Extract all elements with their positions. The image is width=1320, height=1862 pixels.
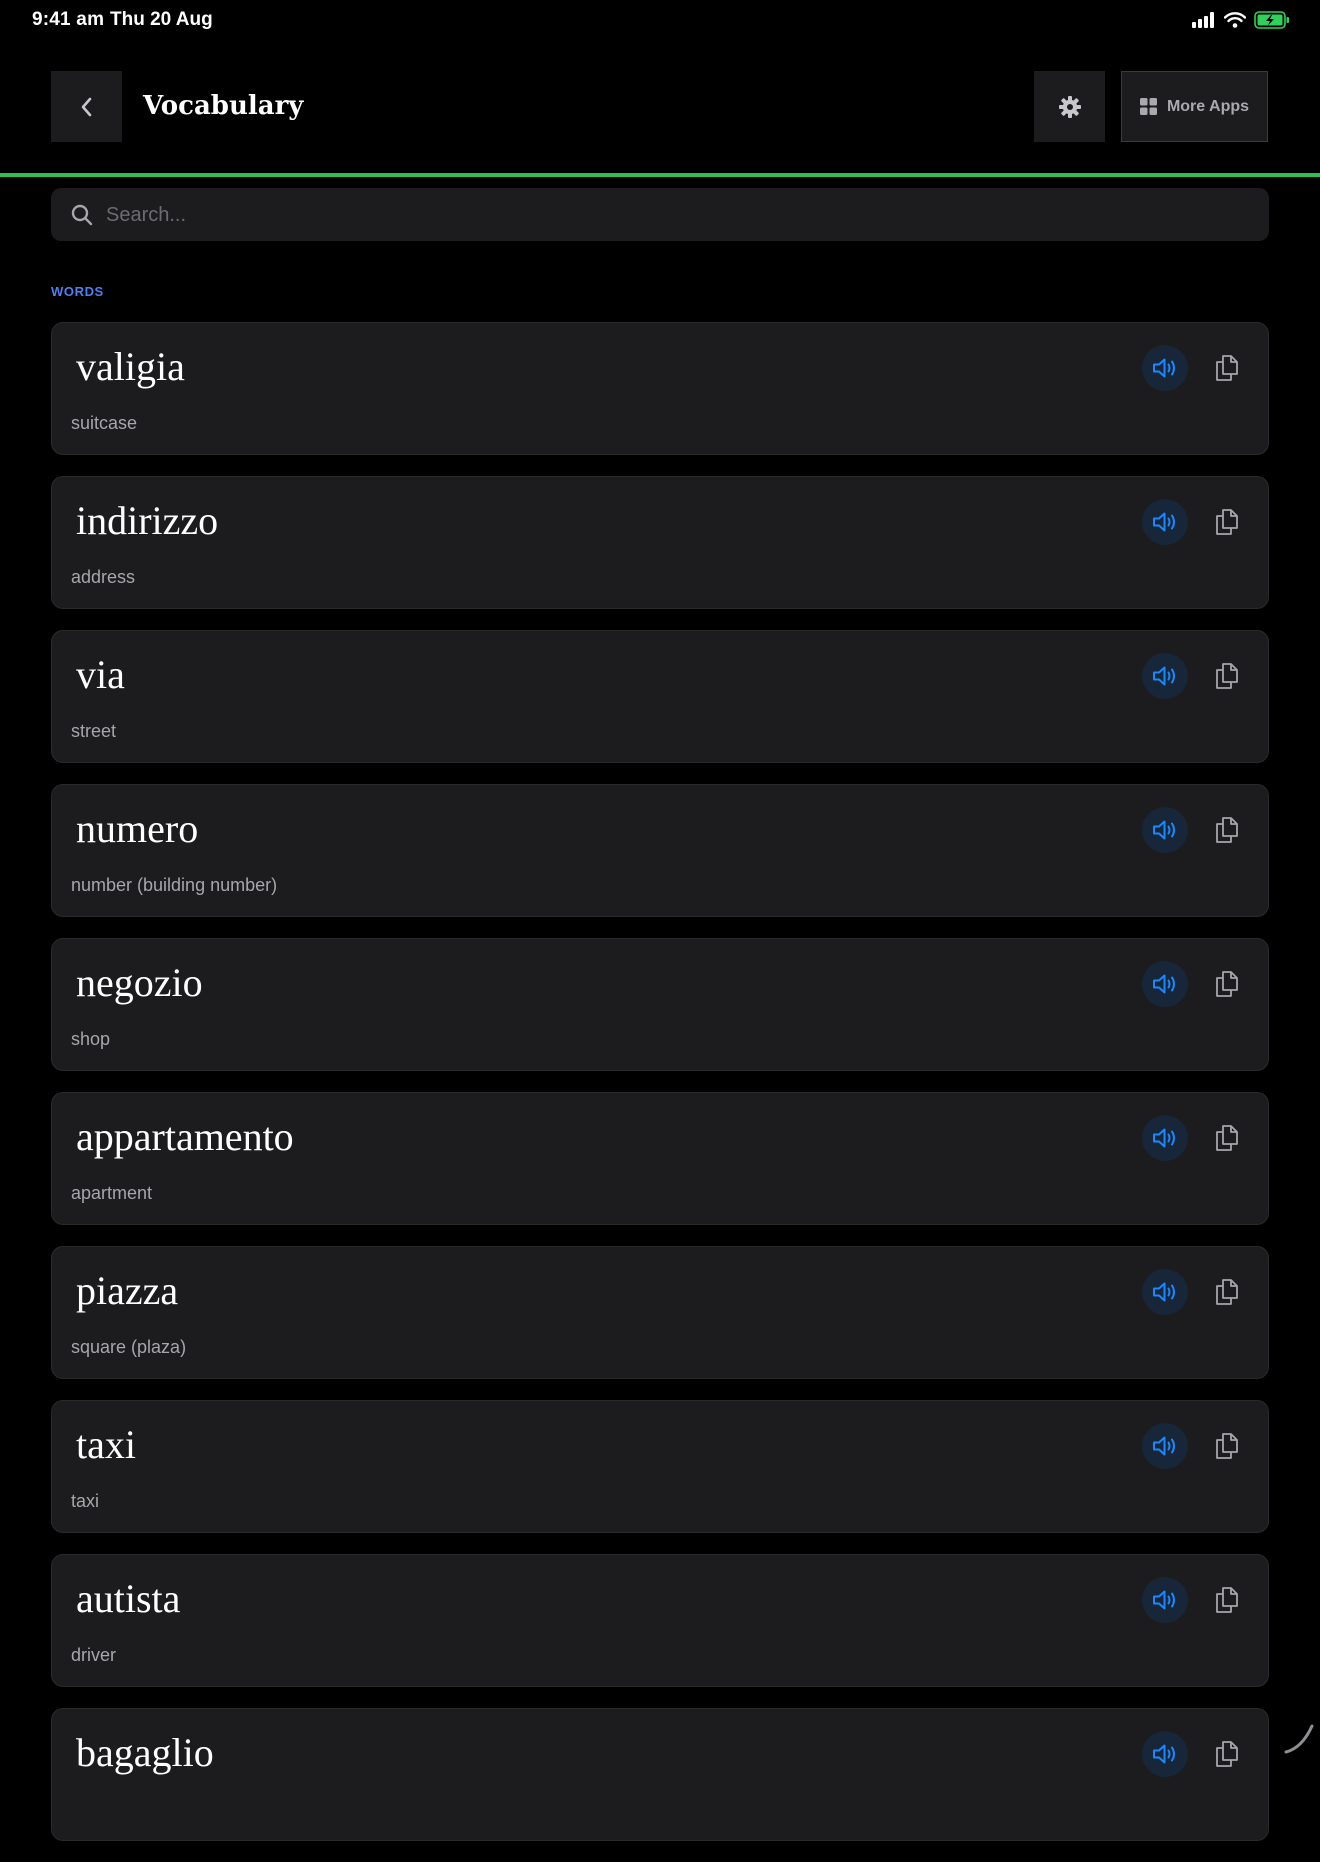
search-box[interactable]: [51, 188, 1269, 243]
search-input[interactable]: [104, 188, 1248, 243]
copy-icon: [1216, 1741, 1238, 1767]
copy-button[interactable]: [1207, 1117, 1247, 1159]
speaker-icon: [1153, 974, 1175, 994]
copy-icon: [1216, 1433, 1238, 1459]
header-accent-divider: [0, 173, 1320, 177]
speaker-icon: [1153, 1590, 1175, 1610]
gear-icon: [1058, 95, 1081, 118]
chevron-left-icon: [81, 97, 91, 116]
grid-icon: [1139, 98, 1157, 115]
copy-icon: [1216, 1587, 1238, 1613]
word-translation: apartment: [71, 1183, 153, 1203]
speak-button[interactable]: [1142, 807, 1188, 853]
copy-icon: [1216, 971, 1238, 997]
more-apps-button[interactable]: More Apps: [1121, 71, 1268, 142]
word-translation: address: [71, 567, 136, 587]
word-term: bagaglio: [76, 1730, 214, 1775]
copy-icon: [1216, 355, 1238, 381]
copy-icon: [1216, 509, 1238, 535]
wifi-icon: [1224, 12, 1246, 28]
word-term: indirizzo: [76, 498, 219, 543]
speaker-icon: [1153, 358, 1175, 378]
copy-button[interactable]: [1207, 501, 1247, 543]
speaker-icon: [1153, 1436, 1175, 1456]
word-translation: number (building number): [71, 875, 278, 895]
word-translation: suitcase: [71, 413, 138, 433]
copy-icon: [1216, 1279, 1238, 1305]
word-translation: shop: [71, 1029, 111, 1049]
copy-button[interactable]: [1207, 1425, 1247, 1467]
word-term: appartamento: [76, 1114, 294, 1159]
speak-button[interactable]: [1142, 653, 1188, 699]
status-date: Thu 20 Aug: [110, 9, 213, 30]
word-card[interactable]: indirizzo address: [51, 476, 1269, 609]
speak-button[interactable]: [1142, 499, 1188, 545]
status-icons: [1192, 11, 1290, 29]
speak-button[interactable]: [1142, 961, 1188, 1007]
word-term: valigia: [76, 344, 185, 389]
word-card[interactable]: piazza square (plaza): [51, 1246, 1269, 1379]
status-time: 9:41 am: [32, 9, 105, 30]
speaker-icon: [1153, 512, 1175, 532]
word-card[interactable]: via street: [51, 630, 1269, 763]
copy-button[interactable]: [1207, 963, 1247, 1005]
speaker-icon: [1153, 820, 1175, 840]
copy-icon: [1216, 663, 1238, 689]
more-apps-label: More Apps: [1166, 97, 1250, 115]
speaker-icon: [1153, 666, 1175, 686]
section-label-words: WORDS: [51, 284, 104, 299]
word-card[interactable]: bagaglio: [51, 1708, 1269, 1841]
word-term: negozio: [76, 960, 203, 1005]
speak-button[interactable]: [1142, 1115, 1188, 1161]
speaker-icon: [1153, 1744, 1175, 1764]
search-icon: [71, 204, 93, 226]
status-bar: 9:41 am Thu 20 Aug: [0, 0, 1320, 42]
word-list: valigia suitcase indirizzo address via street…: [51, 322, 1269, 1862]
speaker-icon: [1153, 1282, 1175, 1302]
word-card[interactable]: taxi taxi: [51, 1400, 1269, 1533]
word-term: piazza: [76, 1268, 179, 1313]
copy-button[interactable]: [1207, 655, 1247, 697]
settings-button[interactable]: [1034, 71, 1105, 142]
copy-button[interactable]: [1207, 1579, 1247, 1621]
signal-icon: [1192, 12, 1214, 28]
header: Vocabulary More Apps: [0, 42, 1320, 174]
battery-icon: [1254, 11, 1289, 29]
copy-icon: [1216, 817, 1238, 843]
copy-button[interactable]: [1207, 1271, 1247, 1313]
back-button[interactable]: [51, 71, 122, 142]
word-card[interactable]: numero number (building number): [51, 784, 1269, 917]
word-translation: street: [71, 721, 117, 741]
speak-button[interactable]: [1142, 345, 1188, 391]
speak-button[interactable]: [1142, 1423, 1188, 1469]
speak-button[interactable]: [1142, 1269, 1188, 1315]
word-term: numero: [76, 806, 199, 851]
copy-button[interactable]: [1207, 1733, 1247, 1775]
scroll-indicator-icon: [1284, 1724, 1314, 1754]
word-card[interactable]: negozio shop: [51, 938, 1269, 1071]
speak-button[interactable]: [1142, 1577, 1188, 1623]
word-card[interactable]: autista driver: [51, 1554, 1269, 1687]
copy-icon: [1216, 1125, 1238, 1151]
copy-button[interactable]: [1207, 809, 1247, 851]
word-term: taxi: [76, 1422, 136, 1467]
word-term: via: [76, 652, 125, 697]
word-card[interactable]: appartamento apartment: [51, 1092, 1269, 1225]
word-translation: taxi: [71, 1491, 100, 1511]
word-term: autista: [76, 1576, 181, 1621]
speak-button[interactable]: [1142, 1731, 1188, 1777]
word-card[interactable]: valigia suitcase: [51, 322, 1269, 455]
speaker-icon: [1153, 1128, 1175, 1148]
word-translation: driver: [71, 1645, 117, 1665]
page-title: Vocabulary: [143, 91, 304, 121]
copy-button[interactable]: [1207, 347, 1247, 389]
word-translation: square (plaza): [71, 1337, 187, 1357]
